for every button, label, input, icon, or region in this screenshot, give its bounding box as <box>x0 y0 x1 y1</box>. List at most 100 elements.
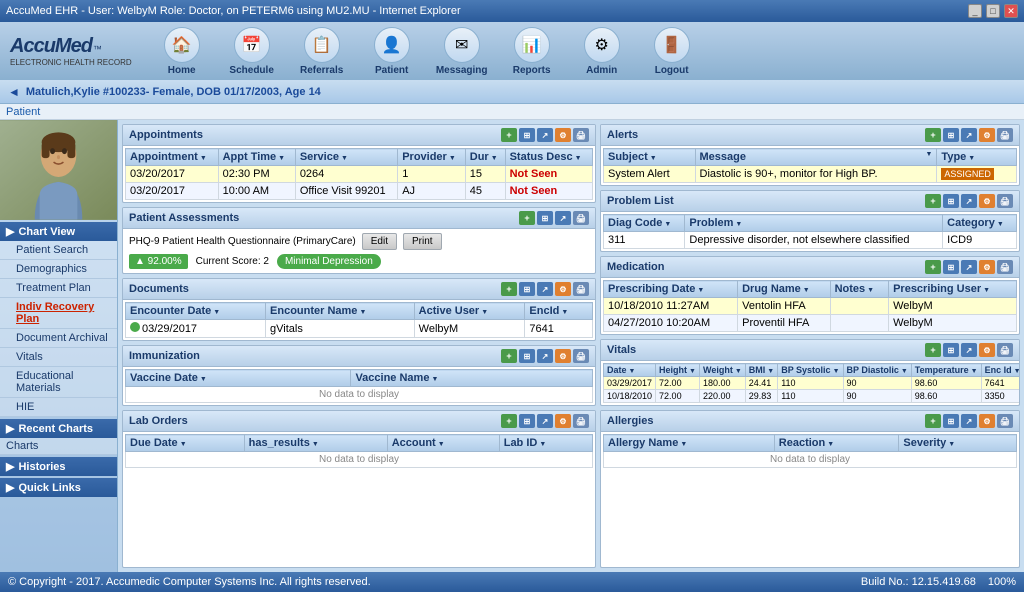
medication-export-btn[interactable]: ↗ <box>961 260 977 274</box>
allergies-settings-btn[interactable]: ⚙ <box>979 414 995 428</box>
col-type[interactable]: Type▼ <box>937 149 1017 166</box>
documents-print-btn[interactable]: 🖨 <box>573 282 589 296</box>
problems-view-btn[interactable]: ⊞ <box>943 194 959 208</box>
appointments-export-btn[interactable]: ↗ <box>537 128 553 142</box>
lab-orders-settings-btn[interactable]: ⚙ <box>555 414 571 428</box>
back-arrow-icon[interactable]: ◄ <box>8 85 20 99</box>
quick-links-section[interactable]: ▶ Quick Links <box>0 478 117 497</box>
appointments-add-btn[interactable]: + <box>501 128 517 142</box>
problems-settings-btn[interactable]: ⚙ <box>979 194 995 208</box>
col-service[interactable]: Service▼ <box>295 149 397 166</box>
col-appt-time[interactable]: Appt Time▼ <box>218 149 295 166</box>
col-bmi[interactable]: BMI▼ <box>745 364 777 377</box>
sidebar-item-treatment-plan[interactable]: Treatment Plan <box>0 279 117 298</box>
nav-home[interactable]: 🏠 Home <box>152 27 212 76</box>
sidebar-item-doc-archival[interactable]: Document Archival <box>0 329 117 348</box>
col-diag-code[interactable]: Diag Code▼ <box>604 215 685 232</box>
medication-settings-btn[interactable]: ⚙ <box>979 260 995 274</box>
sidebar-item-vitals[interactable]: Vitals <box>0 348 117 367</box>
col-notes[interactable]: Notes▼ <box>830 281 889 298</box>
maximize-button[interactable]: □ <box>986 4 1000 18</box>
immunization-print-btn[interactable]: 🖨 <box>573 349 589 363</box>
col-status[interactable]: Status Desc▼ <box>505 149 592 166</box>
sidebar-item-educational[interactable]: Educational Materials <box>0 367 117 398</box>
col-severity[interactable]: Severity▼ <box>899 435 1017 452</box>
col-active-user[interactable]: Active User▼ <box>414 303 525 320</box>
col-vaccine-name[interactable]: Vaccine Name▼ <box>351 370 593 387</box>
problems-export-btn[interactable]: ↗ <box>961 194 977 208</box>
sidebar-item-hie[interactable]: HIE <box>0 398 117 417</box>
table-row[interactable]: 03/20/2017 02:30 PM 0264 1 15 Not Seen <box>126 166 593 183</box>
histories-section[interactable]: ▶ Histories <box>0 457 117 476</box>
col-vaccine-date[interactable]: Vaccine Date▼ <box>126 370 351 387</box>
allergies-view-btn[interactable]: ⊞ <box>943 414 959 428</box>
immunization-settings-btn[interactable]: ⚙ <box>555 349 571 363</box>
col-due-date[interactable]: Due Date▼ <box>126 435 245 452</box>
alerts-settings-btn[interactable]: ⚙ <box>979 128 995 142</box>
nav-logout[interactable]: 🚪 Logout <box>642 27 702 76</box>
allergies-print-btn[interactable]: 🖨 <box>997 414 1013 428</box>
chart-view-section[interactable]: ▶ Chart View <box>0 222 117 241</box>
col-has-results[interactable]: has_results▼ <box>244 435 387 452</box>
vitals-add-btn[interactable]: + <box>925 343 941 357</box>
col-enc-date[interactable]: Encounter Date▼ <box>126 303 266 320</box>
appointments-print-btn[interactable]: 🖨 <box>573 128 589 142</box>
phq-edit-btn[interactable]: Edit <box>362 233 397 250</box>
col-appointment[interactable]: Appointment▼ <box>126 149 219 166</box>
phq-print-btn[interactable]: Print <box>403 233 442 250</box>
vitals-export-btn[interactable]: ↗ <box>961 343 977 357</box>
medication-print-btn[interactable]: 🖨 <box>997 260 1013 274</box>
documents-export-btn[interactable]: ↗ <box>537 282 553 296</box>
assessments-export-btn[interactable]: ↗ <box>555 211 571 225</box>
problems-print-btn[interactable]: 🖨 <box>997 194 1013 208</box>
col-category[interactable]: Category▼ <box>943 215 1017 232</box>
col-provider[interactable]: Provider▼ <box>398 149 466 166</box>
col-bp-sys[interactable]: BP Systolic▼ <box>778 364 843 377</box>
table-row[interactable]: 311 Depressive disorder, not elsewhere c… <box>604 232 1017 249</box>
lab-orders-add-btn[interactable]: + <box>501 414 517 428</box>
medication-view-btn[interactable]: ⊞ <box>943 260 959 274</box>
col-encid[interactable]: EncId▼ <box>525 303 593 320</box>
col-subject[interactable]: Subject▼ <box>604 149 696 166</box>
assessments-add-btn[interactable]: + <box>519 211 535 225</box>
immunization-export-btn[interactable]: ↗ <box>537 349 553 363</box>
nav-schedule[interactable]: 📅 Schedule <box>222 27 282 76</box>
table-row[interactable]: 04/27/2010 10:20AM Proventil HFA WelbyM <box>604 315 1017 332</box>
charts-item[interactable]: Charts <box>0 438 117 455</box>
documents-view-btn[interactable]: ⊞ <box>519 282 535 296</box>
alerts-view-btn[interactable]: ⊞ <box>943 128 959 142</box>
sidebar-item-indiv-recovery[interactable]: Indiv Recovery Plan <box>0 298 117 329</box>
vitals-settings-btn[interactable]: ⚙ <box>979 343 995 357</box>
col-date[interactable]: Date▼ <box>604 364 656 377</box>
sidebar-item-demographics[interactable]: Demographics <box>0 260 117 279</box>
nav-patient[interactable]: 👤 Patient <box>362 27 422 76</box>
allergies-add-btn[interactable]: + <box>925 414 941 428</box>
col-temp[interactable]: Temperature▼ <box>911 364 981 377</box>
col-reaction[interactable]: Reaction▼ <box>774 435 899 452</box>
lab-orders-view-btn[interactable]: ⊞ <box>519 414 535 428</box>
recent-charts-section[interactable]: ▶ Recent Charts <box>0 419 117 438</box>
vitals-print-btn[interactable]: 🖨 <box>997 343 1013 357</box>
col-height[interactable]: Height▼ <box>656 364 700 377</box>
assessments-print-btn[interactable]: 🖨 <box>573 211 589 225</box>
col-prescribing-user[interactable]: Prescribing User▼ <box>889 281 1017 298</box>
nav-referrals[interactable]: 📋 Referrals <box>292 27 352 76</box>
alerts-add-btn[interactable]: + <box>925 128 941 142</box>
nav-reports[interactable]: 📊 Reports <box>502 27 562 76</box>
col-prescribing-date[interactable]: Prescribing Date▼ <box>604 281 738 298</box>
alerts-print-btn[interactable]: 🖨 <box>997 128 1013 142</box>
vitals-view-btn[interactable]: ⊞ <box>943 343 959 357</box>
assessments-view-btn[interactable]: ⊞ <box>537 211 553 225</box>
col-bp-dia[interactable]: BP Diastolic▼ <box>843 364 911 377</box>
col-drug-name[interactable]: Drug Name▼ <box>738 281 830 298</box>
col-allergy-name[interactable]: Allergy Name▼ <box>604 435 775 452</box>
col-lab-id[interactable]: Lab ID▼ <box>499 435 592 452</box>
table-row[interactable]: 10/18/2010 11:27AM Ventolin HFA WelbyM <box>604 298 1017 315</box>
col-enc-id[interactable]: Enc Id▼ <box>981 364 1020 377</box>
col-problem[interactable]: Problem▼ <box>685 215 943 232</box>
table-row[interactable]: 03/20/2017 10:00 AM Office Visit 99201 A… <box>126 183 593 200</box>
problems-add-btn[interactable]: + <box>925 194 941 208</box>
minimize-button[interactable]: _ <box>968 4 982 18</box>
close-button[interactable]: ✕ <box>1004 4 1018 18</box>
documents-settings-btn[interactable]: ⚙ <box>555 282 571 296</box>
